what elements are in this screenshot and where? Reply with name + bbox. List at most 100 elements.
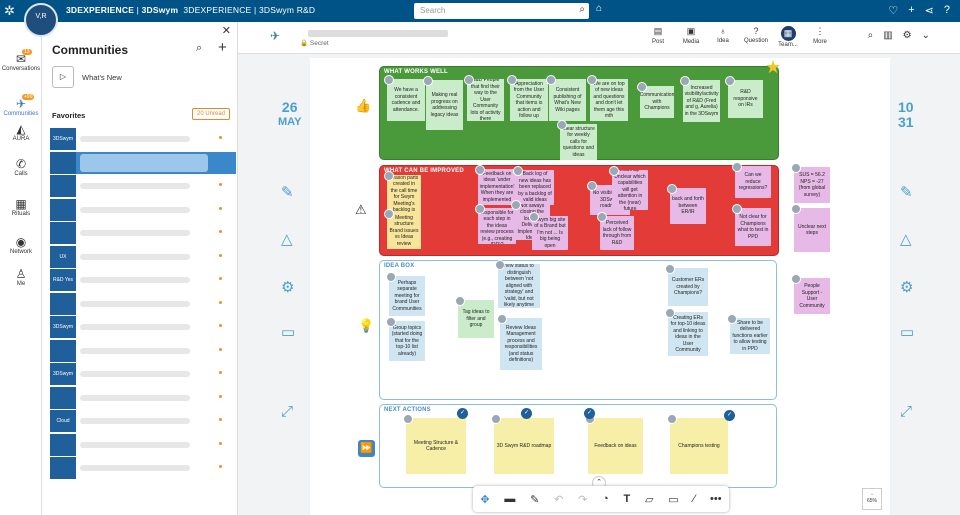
marker-icon[interactable]: ⁄	[693, 493, 695, 505]
unread-badge[interactable]: 20 Unread	[192, 108, 231, 120]
sticky-note-improve[interactable]: Roadmap - Unclear which capabilities wil…	[612, 170, 648, 210]
share-icon[interactable]: ⋖	[925, 4, 934, 17]
search-icon[interactable]: ⌕	[196, 42, 202, 55]
sticky-note-icon[interactable]: ▱	[645, 493, 653, 506]
sticky-note-idea[interactable]: Customer ERs created by Champions?	[668, 268, 708, 306]
layout-icon[interactable]: ▥	[883, 30, 892, 41]
sticky-note-good[interactable]: We are on top of new ideas and questions…	[590, 79, 628, 121]
sticky-note-improve[interactable]: Back log of new ideas has been replaced …	[516, 170, 554, 205]
community-item[interactable]	[50, 339, 236, 362]
post-button[interactable]: ▤ Post	[644, 26, 672, 45]
move-icon[interactable]: ✥	[480, 493, 489, 506]
rail-item-me[interactable]: ♙ Me	[0, 267, 42, 287]
question-button[interactable]: ? Question	[742, 26, 770, 44]
compass-avatar[interactable]: V,R	[24, 3, 58, 37]
close-icon[interactable]: ✕	[222, 24, 231, 37]
frame-idea-box[interactable]: IDEA BOX	[379, 260, 777, 400]
sticky-note-good[interactable]: Appreciation from the User Community tha…	[510, 79, 548, 121]
play-icon: ▷	[52, 66, 74, 88]
notifications-icon[interactable]: ♡	[888, 4, 898, 17]
sticky-note-next[interactable]: Feedback on ideas	[588, 418, 643, 474]
sticky-note-next[interactable]: Champions testing	[670, 418, 728, 474]
frame-what-can-be-improved[interactable]: WHAT CAN BE IMPROVED	[379, 165, 779, 256]
community-item[interactable]: 3DSwym	[50, 363, 236, 385]
sticky-note-idea[interactable]: Creating ERs for top-10 ideas and linkin…	[668, 312, 708, 356]
sticky-note-good[interactable]: Making real progress on addressing legac…	[426, 80, 463, 130]
more-button[interactable]: ⋮ More	[806, 26, 834, 45]
rail-item-communities[interactable]: ✈ Communities +99	[0, 94, 42, 117]
sticky-note-improve[interactable]: Feedback on ideas 'under implementation'…	[478, 169, 516, 205]
idea-button[interactable]: ♁ Idea	[709, 26, 737, 44]
shape-icon[interactable]: ◔	[602, 493, 609, 505]
zoom-control[interactable]: ▫ 65%	[862, 488, 882, 510]
checkmark-icon: ✓	[521, 408, 532, 419]
community-item[interactable]	[50, 222, 236, 244]
rail-item-aura[interactable]: ◭ AURA	[0, 122, 42, 142]
community-item[interactable]	[50, 292, 236, 315]
undo-icon[interactable]: ↶	[554, 493, 563, 506]
community-item[interactable]: R&D Yes	[50, 269, 236, 291]
sticky-note-idea[interactable]: Do we need a new status to distinguish b…	[498, 264, 540, 308]
whats-new-item[interactable]: ▷ What's New	[52, 66, 122, 88]
sticky-note-good[interactable]: R&D responsive on IRs	[728, 80, 763, 118]
sticky-note-idea[interactable]: Tag ideas to filter and group	[458, 300, 494, 338]
search-input[interactable]: Search ⌕	[414, 3, 589, 19]
network-icon: ◉	[15, 235, 27, 249]
sticky-note-next[interactable]: Meeting Structure & Cadence	[406, 418, 466, 474]
media-button[interactable]: ▣ Media	[677, 26, 705, 45]
sticky-note-improve[interactable]: Swym big site of a Brand but I'm not ...…	[532, 216, 568, 250]
community-thumbnail	[50, 386, 76, 409]
more-horizontal-icon[interactable]: •••	[710, 493, 722, 505]
sticky-note-good[interactable]: R&D People that find their way to the Us…	[467, 79, 504, 121]
community-item[interactable]	[50, 457, 236, 479]
rail-item-calls[interactable]: ✆ Calls	[0, 157, 42, 177]
sticky-note-idea[interactable]: Group topics (started doing that for the…	[389, 321, 425, 361]
sticky-note-extra[interactable]: People Support - User Community	[794, 278, 830, 314]
sticky-note-improve[interactable]: Meeting structure Brand issues vs Ideas …	[387, 213, 421, 249]
sticky-note-idea[interactable]: Share to be delivered functions earlier …	[730, 318, 770, 354]
team-button[interactable]: ▦ Team...	[774, 26, 802, 48]
community-item[interactable]	[50, 198, 236, 221]
sticky-note-good[interactable]: We have a consistent cadence and attenda…	[387, 79, 425, 121]
sticky-note-improve[interactable]: back and forth between ER/IR	[670, 188, 706, 224]
community-item[interactable]: 3DSwym	[50, 316, 236, 338]
community-item[interactable]: Cloud	[50, 410, 236, 432]
sticky-note-improve[interactable]: Not clear for Champions what to test in …	[735, 208, 771, 246]
search-icon[interactable]: ⌕	[868, 30, 874, 41]
text-icon[interactable]: T	[624, 493, 631, 505]
sticky-note-next[interactable]: 3D Swym R&D roadmap	[494, 418, 554, 474]
add-icon[interactable]: +	[908, 4, 914, 17]
ds-logo-icon[interactable]: ✲	[4, 3, 15, 19]
filter-icon[interactable]: ⚙	[903, 30, 912, 41]
community-item[interactable]	[50, 386, 236, 409]
sticky-note-improve[interactable]: Who is responsible for each step in the …	[478, 208, 516, 244]
help-icon[interactable]: ?	[944, 4, 950, 17]
community-item[interactable]: UX	[50, 245, 236, 268]
sticky-note-improve[interactable]: Can we reduce regressions?	[735, 166, 771, 198]
rail-item-rituals[interactable]: ▦ Rituals	[0, 197, 42, 217]
sticky-note-good[interactable]: Increased visibility/activity of R&D (Fr…	[683, 80, 720, 122]
sticky-note-improve[interactable]: Due to low season parts created in the c…	[387, 175, 421, 213]
add-community-button[interactable]: +	[218, 39, 227, 56]
sticky-note-improve[interactable]: Perceived lack of follow through from R&…	[600, 216, 634, 250]
community-item[interactable]: 3DSwym	[50, 128, 236, 150]
sticky-note-extra[interactable]: Unclear next steps	[794, 208, 830, 252]
sticky-note-good[interactable]: Clear structure for weekly calls for que…	[560, 124, 597, 160]
chevron-down-icon[interactable]: ⌄	[922, 30, 930, 41]
pen-icon[interactable]: ✎	[530, 493, 539, 506]
eraser-icon[interactable]: ▬	[504, 493, 515, 505]
sticky-note-extra[interactable]: SUS = 56.2 NPS = -27 (from global survey…	[794, 167, 830, 203]
avatar	[384, 171, 394, 181]
community-item[interactable]	[50, 151, 236, 174]
community-item[interactable]	[50, 433, 236, 456]
rail-item-conversations[interactable]: ✉ Conversations 13	[0, 49, 42, 72]
sticky-note-idea[interactable]: Perhaps separate meeting for brand User …	[389, 276, 425, 316]
sticky-note-idea[interactable]: Review Ideas Management process and resp…	[500, 318, 542, 370]
rail-item-network[interactable]: ◉ Network	[0, 235, 42, 255]
tag-icon[interactable]: ⌂	[596, 3, 602, 14]
frame-icon[interactable]: ▭	[668, 493, 678, 506]
sticky-note-good[interactable]: Consistent publishing of What's New Wiki…	[549, 79, 586, 121]
community-item[interactable]	[50, 175, 236, 197]
redo-icon[interactable]: ↷	[578, 493, 587, 506]
search-icon[interactable]: ⌕	[579, 4, 585, 15]
